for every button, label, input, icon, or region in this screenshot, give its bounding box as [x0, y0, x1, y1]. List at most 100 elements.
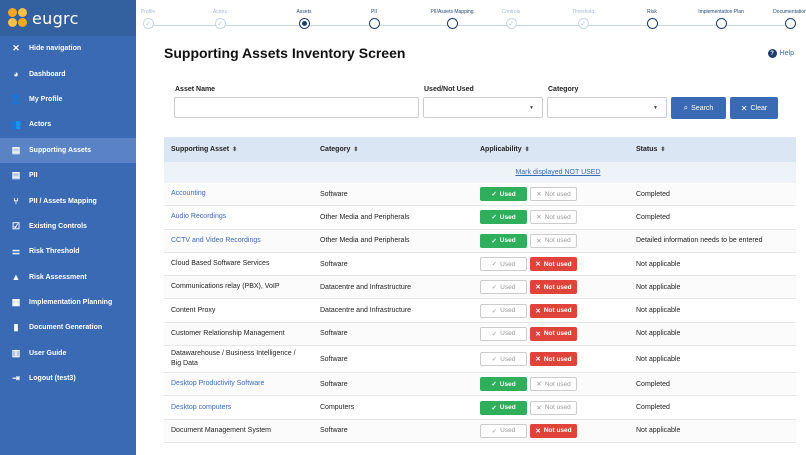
- used-button[interactable]: ✓ Used: [480, 233, 527, 248]
- assets-table: Supporting Asset ⬍ Category ⬍ Applicabilit…: [164, 137, 796, 443]
- check-icon: ✓: [491, 427, 498, 435]
- asset-name-input[interactable]: [174, 97, 419, 118]
- not-used-button[interactable]: ✕ Not used: [530, 326, 577, 341]
- col-header-status[interactable]: Status ⬍: [636, 146, 796, 153]
- sidebar-item-hide-navigation[interactable]: ✕ Hide navigation: [0, 36, 136, 61]
- used-button[interactable]: ✓ Used: [480, 210, 527, 225]
- sidebar-item-implementation-planning[interactable]: ▦ Implementation Planning: [0, 290, 136, 315]
- asset-status: Completed: [636, 380, 670, 388]
- applicability-toggle: ✓ Used ✕ Not used: [480, 210, 636, 225]
- actors-icon: 👥: [10, 119, 22, 130]
- close-icon: ✕: [535, 356, 541, 364]
- close-icon: ✕: [536, 404, 542, 412]
- sidebar-item-actors[interactable]: 👥 Actors: [0, 112, 136, 137]
- step-assets[interactable]: Assets: [264, 9, 344, 29]
- pii-icon: ▤: [11, 170, 21, 181]
- not-used-button[interactable]: ✕ Not used: [530, 400, 577, 415]
- close-icon: ✕: [12, 43, 20, 54]
- sort-icon: ⬍: [353, 147, 359, 153]
- used-button[interactable]: ✓ Used: [480, 326, 527, 341]
- sidebar-item-label: Actors: [29, 121, 52, 129]
- used-select[interactable]: ▼: [423, 97, 543, 118]
- step-pii[interactable]: PII: [334, 9, 414, 29]
- chevron-down-icon: ▼: [653, 105, 658, 111]
- sidebar-item-user-guide[interactable]: ▥ User Guide: [0, 341, 136, 366]
- clear-button[interactable]: ✕ Clear: [730, 97, 778, 119]
- sidebar-item-dashboard[interactable]: ◕ Dashboard: [0, 61, 136, 86]
- applicability-toggle: ✓ Used ✕ Not used: [480, 303, 636, 318]
- asset-name: Communications relay (PBX), VoIP: [171, 283, 280, 291]
- asset-name: Datawarehouse / Business Intelligence / …: [171, 350, 296, 368]
- sort-icon: ⬍: [524, 147, 530, 153]
- table-row: CCTV and Video Recordings Other Media and…: [164, 229, 796, 253]
- not-used-button[interactable]: ✕ Not used: [530, 257, 577, 272]
- used-button[interactable]: ✓ Used: [480, 257, 527, 272]
- used-button[interactable]: ✓ Used: [480, 400, 527, 415]
- sidebar-item-my-profile[interactable]: 👤 My Profile: [0, 87, 136, 112]
- sidebar-item-risk-threshold[interactable]: ⚌ Risk Threshold: [0, 239, 136, 264]
- help-link[interactable]: ? Help: [767, 49, 794, 58]
- book-icon: ▥: [11, 347, 21, 358]
- user-icon: 👤: [10, 93, 22, 104]
- step-circle-icon: [646, 18, 658, 29]
- not-used-button[interactable]: ✕ Not used: [530, 280, 577, 295]
- used-button[interactable]: ✓ Used: [480, 187, 527, 202]
- asset-status: Completed: [636, 213, 670, 221]
- mark-not-used-link[interactable]: Mark displayed NOT USED: [480, 169, 636, 176]
- not-used-button[interactable]: ✕ Not used: [530, 303, 577, 318]
- asset-status: Not applicable: [636, 427, 681, 435]
- main-content: Supporting Assets Inventory Screen ? Hel…: [136, 36, 806, 455]
- not-used-button[interactable]: ✕ Not used: [530, 423, 577, 438]
- table-row: Cloud Based Software Services Software ✓ Us…: [164, 253, 796, 277]
- not-used-button[interactable]: ✕ Not used: [530, 187, 577, 202]
- search-button[interactable]: ⌕ Search: [671, 97, 726, 119]
- step-implementation-plan[interactable]: Implementation Plan: [681, 9, 761, 29]
- asset-category: Software: [320, 427, 348, 435]
- logo-icon: [8, 8, 28, 28]
- asset-category: Software: [320, 260, 348, 268]
- sidebar-item-existing-controls[interactable]: ☑ Existing Controls: [0, 214, 136, 239]
- step-controls[interactable]: Controls ✓: [471, 9, 551, 29]
- asset-name[interactable]: CCTV and Video Recordings: [164, 236, 320, 246]
- used-button[interactable]: ✓ Used: [480, 280, 527, 295]
- used-button[interactable]: ✓ Used: [480, 423, 527, 438]
- asset-name[interactable]: Desktop computers: [164, 403, 320, 413]
- sidebar-item-label: PII: [29, 172, 38, 180]
- step-profile[interactable]: Profile ✓: [108, 9, 188, 29]
- warning-icon: ▲: [11, 272, 21, 283]
- used-button[interactable]: ✓ Used: [480, 377, 527, 392]
- asset-status: Not applicable: [636, 260, 681, 268]
- check-icon: ✓: [491, 307, 498, 315]
- asset-name[interactable]: Desktop Productivity Software: [164, 379, 320, 389]
- close-icon: ✕: [740, 103, 748, 113]
- used-button[interactable]: ✓ Used: [480, 303, 527, 318]
- sidebar-item-pii[interactable]: ▤ PII: [0, 163, 136, 188]
- check-icon: ✓: [577, 18, 589, 29]
- col-header-applicability[interactable]: Applicability ⬍: [480, 146, 636, 153]
- sidebar-item-supporting-assets[interactable]: ▤ Supporting Assets: [0, 137, 136, 163]
- category-select[interactable]: ▼: [547, 97, 667, 118]
- step-threshold[interactable]: Threshold ✓: [543, 9, 623, 29]
- asset-name[interactable]: Audio Recordings: [164, 212, 320, 222]
- sidebar-item-pii-assets-mapping[interactable]: ⑂ PII / Assets Mapping: [0, 188, 136, 213]
- not-used-button[interactable]: ✕ Not used: [530, 233, 577, 248]
- step-risk[interactable]: Risk: [612, 9, 692, 29]
- sidebar-item-document-generation[interactable]: ▮ Document Generation: [0, 315, 136, 340]
- sidebar: eugrc ✕ Hide navigation ◕ Dashboard 👤 My Prof…: [0, 0, 136, 455]
- col-header-category[interactable]: Category ⬍: [320, 146, 480, 153]
- step-documentation[interactable]: Documentation: [750, 9, 806, 29]
- progress-stepper: Profile ✓ Actors ✓ Assets PII PII/Assets Mappi…: [136, 0, 806, 36]
- sidebar-item-logout-test3[interactable]: ⇥ Logout (test3): [0, 366, 136, 391]
- asset-name: Customer Relationship Management: [171, 329, 285, 337]
- used-button[interactable]: ✓ Used: [480, 352, 527, 367]
- check-icon: ✓: [142, 18, 154, 29]
- col-header-asset[interactable]: Supporting Asset ⬍: [164, 146, 320, 153]
- not-used-button[interactable]: ✕ Not used: [530, 210, 577, 225]
- step-actors[interactable]: Actors ✓: [180, 9, 260, 29]
- step-circle-icon: [298, 18, 310, 29]
- not-used-button[interactable]: ✕ Not used: [530, 377, 577, 392]
- asset-category: Software: [320, 380, 348, 388]
- sidebar-item-risk-assessment[interactable]: ▲ Risk Assessment: [0, 265, 136, 290]
- asset-name[interactable]: Accounting: [164, 189, 320, 199]
- not-used-button[interactable]: ✕ Not used: [530, 352, 577, 367]
